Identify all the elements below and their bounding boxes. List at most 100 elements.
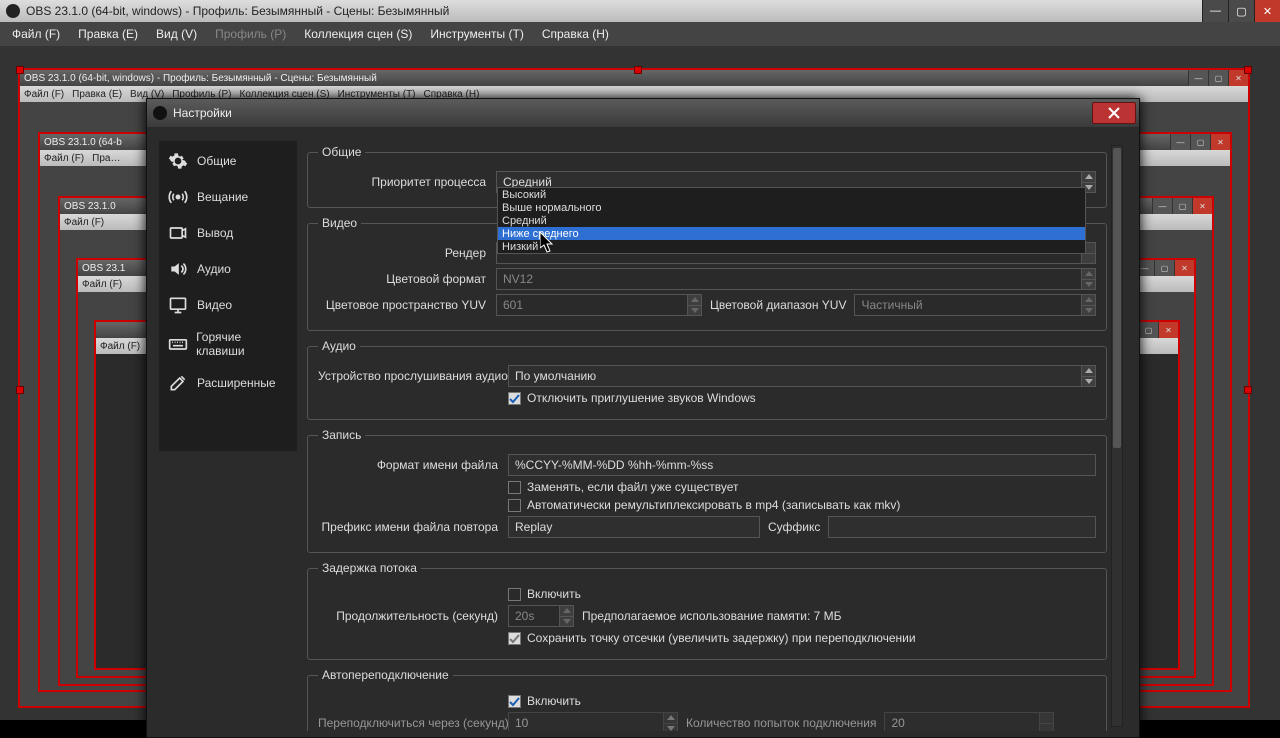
group-stream-delay: Задержка потока Включить Продолжительнос… [307, 561, 1107, 660]
spin-delay-seconds[interactable]: 20s [508, 605, 574, 627]
dropdown-item[interactable]: Выше нормального [498, 201, 1085, 214]
label-delay-duration: Продолжительность (секунд) [318, 609, 498, 623]
menu-help[interactable]: Справка (H) [534, 25, 617, 43]
sidebar-item-label: Вывод [197, 226, 233, 240]
dropdown-item[interactable]: Высокий [498, 188, 1085, 201]
sidebar-item-label: Расширенные [197, 376, 276, 390]
group-audio: Аудио Устройство прослушивания аудио По … [307, 339, 1107, 420]
text-value: 10 [515, 716, 528, 730]
checkbox-label: Включить [527, 587, 581, 601]
checkbox-label: Отключить приглушение звуков Windows [527, 391, 756, 405]
sidebar-item-video[interactable]: Видео [159, 287, 297, 323]
group-legend: Общие [318, 145, 365, 159]
label-monitor-device: Устройство прослушивания аудио [318, 369, 498, 383]
sidebar-item-label: Аудио [197, 262, 231, 276]
menu-profile[interactable]: Профиль (P) [207, 25, 294, 43]
check-reconnect-enable[interactable]: Включить [508, 694, 581, 708]
sidebar-item-label: Горячие клавиши [196, 330, 289, 358]
menu-tools[interactable]: Инструменты (T) [422, 25, 531, 43]
spin-reconnect-wait[interactable]: 10 [508, 712, 678, 731]
text-value: 20 [891, 716, 904, 730]
combo-color-format[interactable]: NV12 [496, 268, 1096, 290]
input-file-format[interactable]: %CCYY-%MM-%DD %hh-%mm-%ss [508, 454, 1096, 476]
checkbox-label: Заменять, если файл уже существует [527, 480, 739, 494]
sidebar-item-audio[interactable]: Аудио [159, 251, 297, 287]
group-recording: Запись Формат имени файла %CCYY-%MM-%DD … [307, 428, 1107, 553]
monitor-icon [167, 294, 189, 316]
text-value: Replay [515, 520, 552, 534]
text-value: 20s [515, 609, 534, 623]
combo-yuv-range[interactable]: Частичный [854, 294, 1096, 316]
tools-icon [167, 372, 189, 394]
sidebar-item-label: Видео [197, 298, 232, 312]
app-titlebar: OBS 23.1.0 (64-bit, windows) - Профиль: … [0, 0, 1280, 22]
combo-value: 601 [503, 298, 523, 312]
combo-monitor-device[interactable]: По умолчанию [508, 365, 1096, 387]
menu-edit[interactable]: Правка (E) [70, 25, 146, 43]
label-renderer: Рендер [318, 246, 486, 260]
checkbox-label: Автоматически ремультиплексировать в mp4… [527, 498, 900, 512]
label-yuv-space: Цветовое пространство YUV [318, 298, 486, 312]
sidebar-item-label: Общие [197, 154, 236, 168]
group-legend: Задержка потока [318, 561, 421, 575]
group-legend: Видео [318, 216, 361, 230]
broadcast-icon [167, 186, 189, 208]
sidebar-item-stream[interactable]: Вещание [159, 179, 297, 215]
combo-value: По умолчанию [515, 369, 596, 383]
obs-icon [6, 4, 20, 18]
label-priority: Приоритет процесса [318, 175, 486, 189]
scrollbar-thumb[interactable] [1113, 148, 1121, 448]
dialog-titlebar[interactable]: Настройки [147, 99, 1139, 127]
combo-value: NV12 [503, 272, 533, 286]
menu-view[interactable]: Вид (V) [148, 25, 205, 43]
sidebar-item-output[interactable]: Вывод [159, 215, 297, 251]
dropdown-item[interactable]: Средний [498, 214, 1085, 227]
sidebar-item-hotkeys[interactable]: Горячие клавиши [159, 323, 297, 365]
checkbox-label: Включить [527, 694, 581, 708]
menu-file[interactable]: Файл (F) [4, 25, 68, 43]
gear-icon [167, 150, 189, 172]
output-icon [167, 222, 189, 244]
nested-title: OBS 23.1.0 (64-bit, windows) - Профиль: … [24, 73, 377, 84]
checkbox-label: Сохранить точку отсечки (увеличить задер… [527, 631, 916, 645]
combo-value: Частичный [861, 298, 922, 312]
label-file-format: Формат имени файла [318, 458, 498, 472]
label-memory-estimate: Предполагаемое использование памяти: 7 М… [582, 609, 842, 623]
menu-bar: Файл (F) Правка (E) Вид (V) Профиль (P) … [0, 22, 1280, 46]
dropdown-item[interactable]: Низкий [498, 240, 1085, 253]
minimize-button[interactable]: — [1202, 0, 1228, 22]
label-replay-prefix: Префикс имени файла повтора [318, 520, 498, 534]
maximize-button[interactable]: ▢ [1228, 0, 1254, 22]
sidebar-item-general[interactable]: Общие [159, 143, 297, 179]
check-delay-enable[interactable]: Включить [508, 587, 581, 601]
dropdown-item[interactable]: Ниже среднего [498, 227, 1085, 240]
group-legend: Запись [318, 428, 365, 442]
sidebar-item-label: Вещание [197, 190, 248, 204]
sidebar-item-advanced[interactable]: Расширенные [159, 365, 297, 401]
app-title-text: OBS 23.1.0 (64-bit, windows) - Профиль: … [26, 4, 449, 18]
scrollbar[interactable] [1111, 145, 1123, 727]
menu-scenes[interactable]: Коллекция сцен (S) [296, 25, 420, 43]
label-color-format: Цветовой формат [318, 272, 486, 286]
speaker-icon [167, 258, 189, 280]
group-auto-reconnect: Автопереподключение Включить Переподключ… [307, 668, 1107, 731]
settings-sidebar: Общие Вещание Вывод Аудио Видео Горячие … [159, 141, 297, 451]
text-value: %CCYY-%MM-%DD %hh-%mm-%ss [515, 458, 713, 472]
check-auto-remux[interactable]: Автоматически ремультиплексировать в mp4… [508, 498, 900, 512]
priority-dropdown-list[interactable]: ВысокийВыше нормальногоСреднийНиже средн… [497, 187, 1086, 254]
dialog-title-text: Настройки [173, 106, 232, 120]
label-yuv-range: Цветовой диапазон YUV [710, 298, 846, 312]
group-legend: Автопереподключение [318, 668, 453, 682]
label-reconnect-tries: Количество попыток подключения [686, 716, 876, 730]
spin-reconnect-tries[interactable]: 20 [884, 712, 1054, 731]
input-replay-suffix[interactable] [828, 516, 1096, 538]
dialog-close-button[interactable] [1092, 102, 1136, 124]
close-button[interactable]: ✕ [1254, 0, 1280, 22]
check-disable-ducking[interactable]: Отключить приглушение звуков Windows [508, 391, 756, 405]
input-replay-prefix[interactable]: Replay [508, 516, 760, 538]
check-preserve-cutoff[interactable]: Сохранить точку отсечки (увеличить задер… [508, 631, 916, 645]
check-overwrite[interactable]: Заменять, если файл уже существует [508, 480, 739, 494]
combo-yuv-space[interactable]: 601 [496, 294, 702, 316]
group-legend: Аудио [318, 339, 360, 353]
label-replay-suffix: Суффикс [768, 520, 820, 534]
